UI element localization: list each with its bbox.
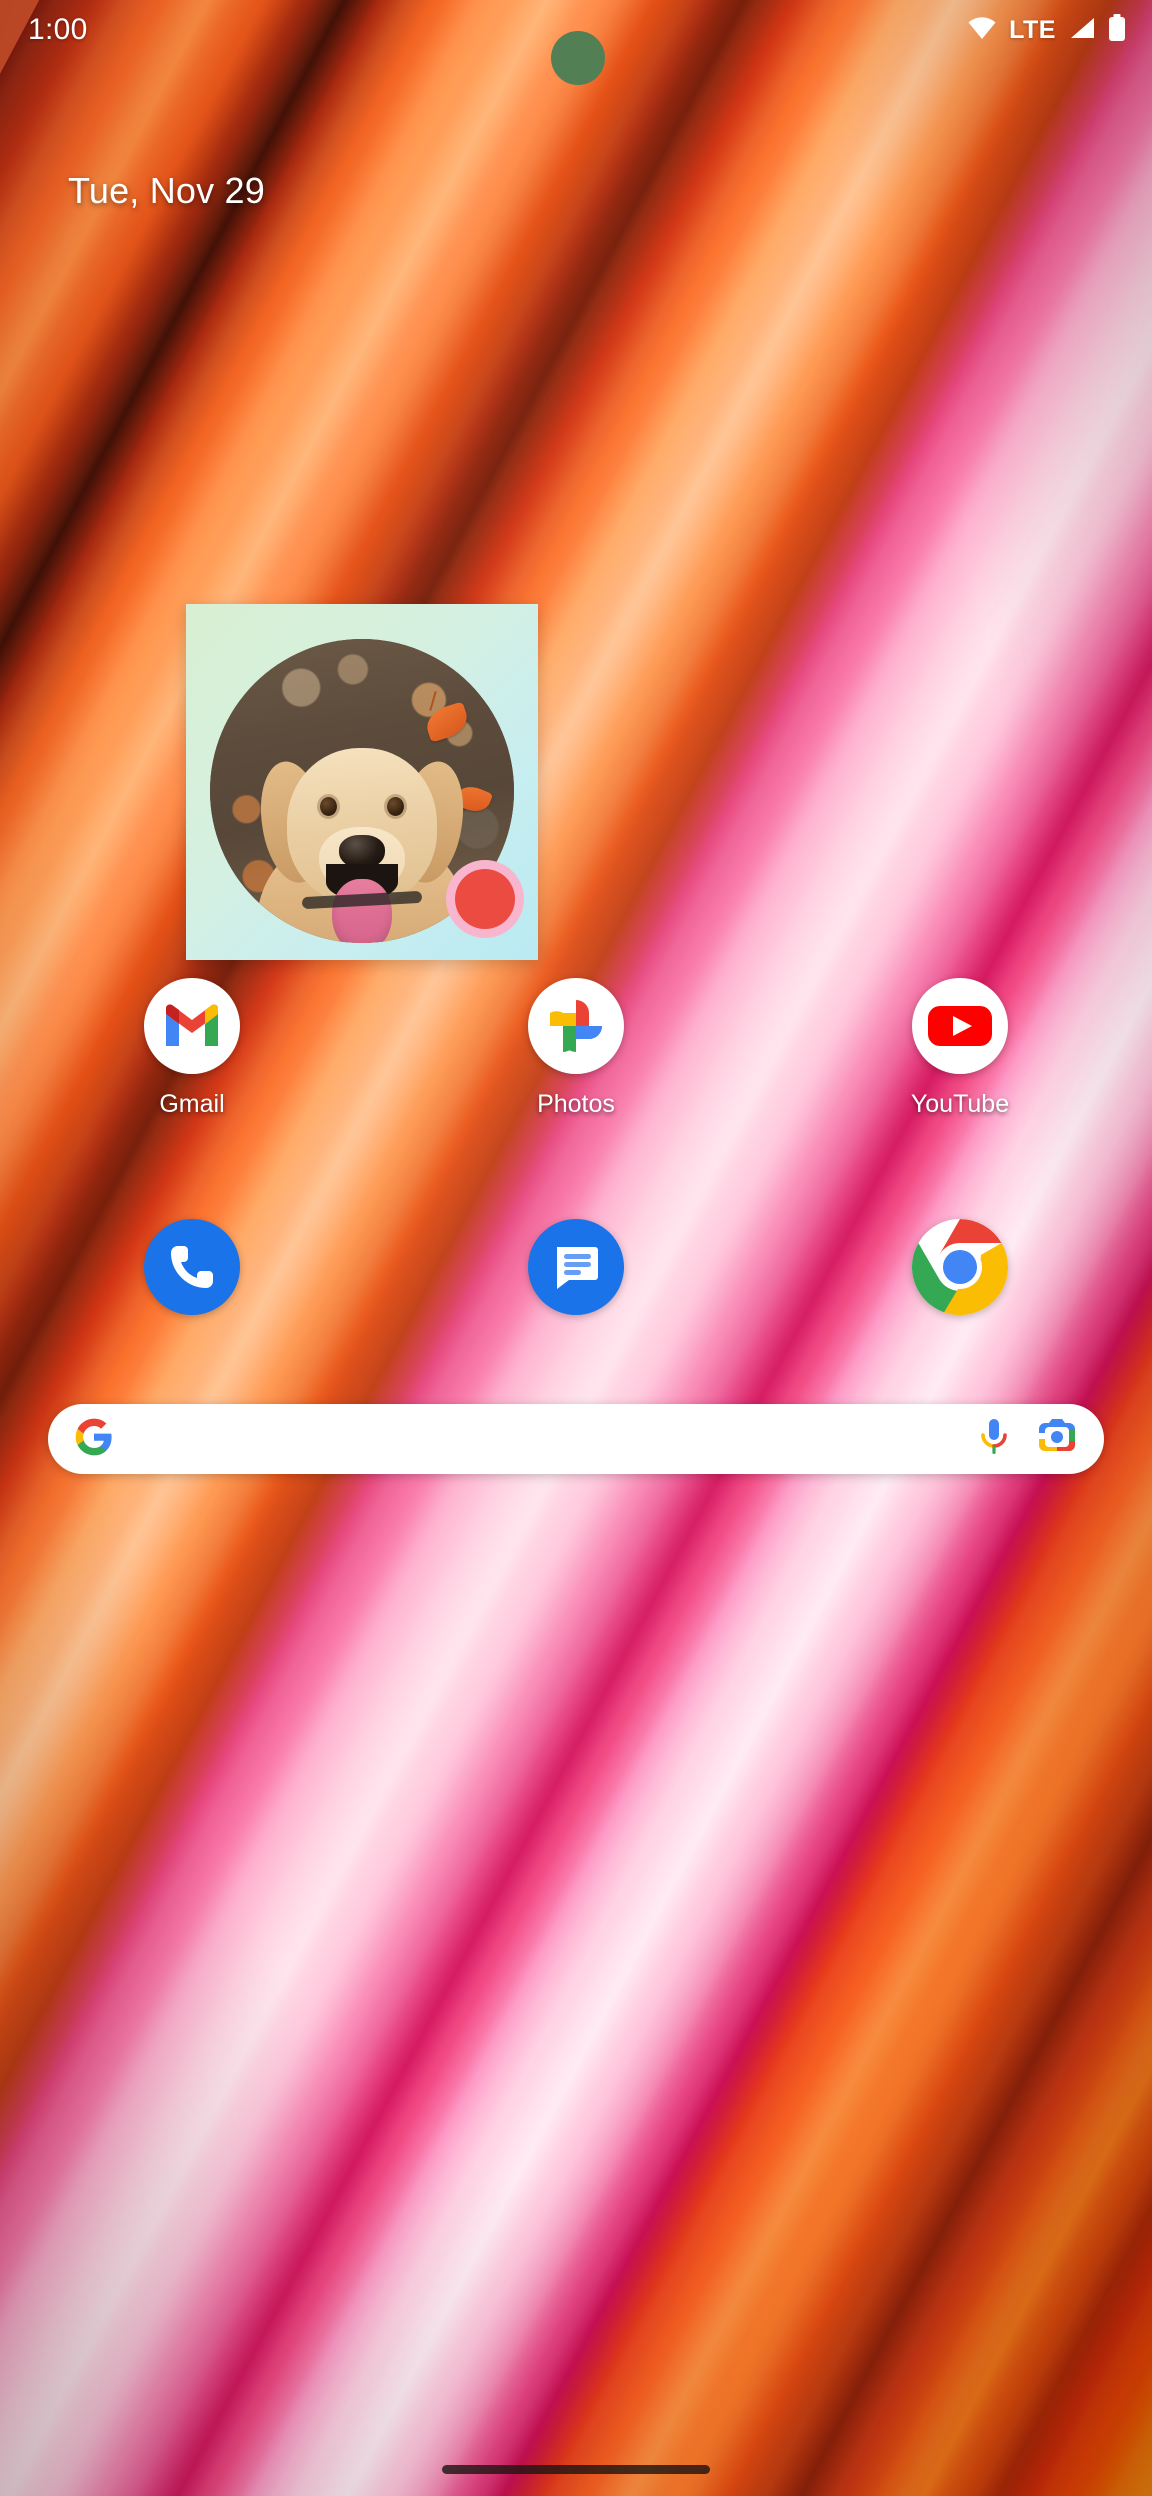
status-bar-icons: LTE: [967, 13, 1126, 47]
dock-row: [0, 1219, 1152, 1315]
search-input[interactable]: [114, 1404, 976, 1474]
gmail-icon[interactable]: [144, 978, 240, 1074]
app-item-youtube[interactable]: YouTube: [768, 978, 1152, 1119]
app-grid-row: Gmail Photos YouTube: [0, 978, 1152, 1119]
app-label: Gmail: [159, 1090, 225, 1118]
widget-action-button[interactable]: [446, 860, 524, 938]
search-bar-actions: [976, 1416, 1078, 1463]
cellular-signal-icon: [1068, 16, 1096, 45]
status-bar-clock: 1:00: [28, 13, 88, 46]
google-g-icon: [74, 1417, 114, 1462]
app-item-photos[interactable]: Photos: [384, 978, 768, 1119]
app-item-gmail[interactable]: Gmail: [0, 978, 384, 1119]
battery-full-icon: [1108, 13, 1126, 47]
gesture-navigation-bar[interactable]: [442, 2465, 710, 2474]
google-lens-camera-icon[interactable]: [1036, 1417, 1078, 1462]
network-type-label: LTE: [1009, 15, 1056, 44]
pet-photo-widget[interactable]: [186, 604, 538, 960]
google-photos-icon[interactable]: [528, 978, 624, 1074]
front-camera-cutout: [551, 31, 605, 85]
dock-item-chrome[interactable]: [768, 1219, 1152, 1315]
dock-item-messages[interactable]: [384, 1219, 768, 1315]
google-search-bar[interactable]: [48, 1404, 1104, 1474]
youtube-icon[interactable]: [912, 978, 1008, 1074]
messages-icon[interactable]: [528, 1219, 624, 1315]
app-label: YouTube: [910, 1090, 1010, 1118]
chrome-icon[interactable]: [912, 1219, 1008, 1315]
app-label: Photos: [537, 1090, 615, 1118]
phone-icon[interactable]: [144, 1219, 240, 1315]
microphone-icon[interactable]: [976, 1416, 1012, 1463]
dock-item-phone[interactable]: [0, 1219, 384, 1315]
widget-action-button-fill: [455, 869, 515, 929]
wifi-icon: [967, 16, 997, 45]
home-date-text[interactable]: Tue, Nov 29: [68, 170, 265, 212]
